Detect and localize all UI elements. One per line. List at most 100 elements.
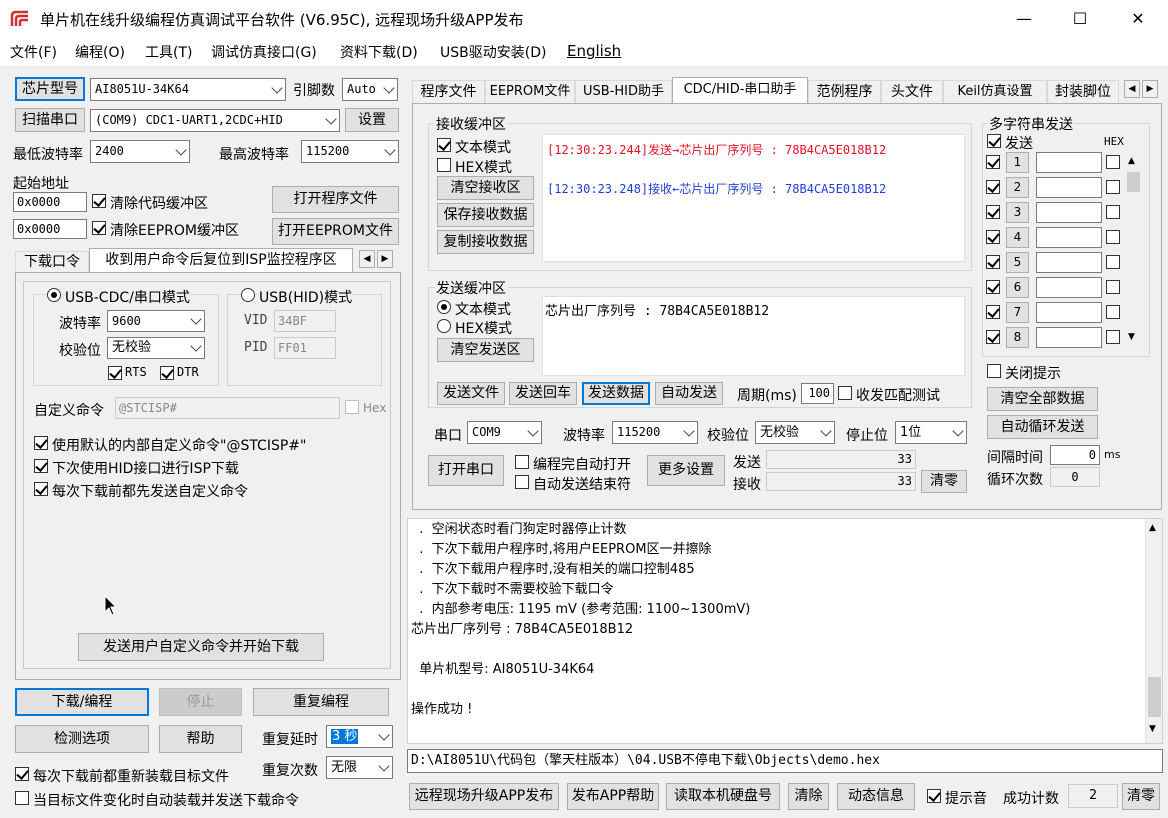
receive-textarea[interactable]: [12:30:23.244]发送→芯片出厂序列号 : 78B4CA5E018B1… <box>542 134 965 262</box>
tab-package-pins[interactable]: 封装脚位 <box>1047 80 1119 104</box>
download-program-button[interactable]: 下载/编程 <box>15 688 149 716</box>
multi-row-hex-checkbox[interactable] <box>1106 255 1120 269</box>
baud-select[interactable]: 9600 <box>107 310 205 332</box>
hid-mode-radio[interactable] <box>241 288 255 302</box>
parity-select[interactable]: 无校验 <box>107 337 205 359</box>
port-select[interactable]: (COM9) CDC1-UART1,2CDC+HID <box>90 109 340 132</box>
multi-row-send-checkbox[interactable] <box>986 230 1000 244</box>
tab-program-file[interactable]: 程序文件 <box>412 80 485 104</box>
tab-usb-hid[interactable]: USB-HID助手 <box>575 80 672 104</box>
multi-row-hex-checkbox[interactable] <box>1106 280 1120 294</box>
hex-checkbox[interactable] <box>345 400 359 414</box>
multi-row-send-checkbox[interactable] <box>986 205 1000 219</box>
repeat-delay-select[interactable]: 3 秒 <box>326 725 393 748</box>
clear-eeprom-buffer-checkbox[interactable] <box>92 221 106 235</box>
cdc-mode-radio[interactable] <box>47 288 61 302</box>
multi-row-send-checkbox[interactable] <box>986 305 1000 319</box>
detect-options-button[interactable]: 检测选项 <box>15 725 149 753</box>
auto-send-button[interactable]: 自动发送 <box>655 382 723 405</box>
min-baud-select[interactable]: 2400 <box>90 140 190 163</box>
maximize-button[interactable]: ☐ <box>1052 0 1108 38</box>
close-button[interactable]: ✕ <box>1110 0 1166 38</box>
stop-button[interactable]: 停止 <box>159 688 242 716</box>
chip-type-button[interactable]: 芯片型号 <box>15 77 85 101</box>
send-before-download-checkbox[interactable] <box>34 482 48 496</box>
dynamic-info-button[interactable]: 动态信息 <box>837 783 915 810</box>
multi-row-send-button[interactable]: 7 <box>1006 302 1029 323</box>
auto-open-checkbox[interactable] <box>515 455 529 469</box>
multi-row-text-input[interactable] <box>1036 202 1102 223</box>
multi-row-text-input[interactable] <box>1036 277 1102 298</box>
multi-row-send-button[interactable]: 5 <box>1006 252 1029 273</box>
serial-baud-select[interactable]: 115200 <box>612 421 698 444</box>
minimize-button[interactable]: — <box>996 0 1052 38</box>
multi-row-send-button[interactable]: 8 <box>1006 327 1029 348</box>
clear-counts-button[interactable]: 清零 <box>921 470 967 493</box>
max-baud-select[interactable]: 115200 <box>301 140 399 163</box>
multi-row-send-button[interactable]: 1 <box>1006 152 1029 173</box>
clear-log-button[interactable]: 清除 <box>788 783 829 810</box>
more-settings-button[interactable]: 更多设置 <box>647 455 725 486</box>
right-tab-scroll-right[interactable]: ▶ <box>1142 80 1158 98</box>
menu-download[interactable]: 资料下载(D) <box>340 42 418 62</box>
multi-row-hex-checkbox[interactable] <box>1106 305 1120 319</box>
multi-row-text-input[interactable] <box>1036 252 1102 273</box>
tab-eeprom-file[interactable]: EEPROM文件 <box>485 80 575 104</box>
use-default-command-checkbox[interactable] <box>34 436 48 450</box>
send-text-mode-radio[interactable] <box>437 300 451 314</box>
beep-checkbox[interactable] <box>927 789 941 803</box>
send-cr-button[interactable]: 发送回车 <box>509 382 577 405</box>
multi-row-text-input[interactable] <box>1036 227 1102 248</box>
settings-button[interactable]: 设置 <box>345 108 399 132</box>
multi-row-send-checkbox[interactable] <box>986 155 1000 169</box>
pin-count-select[interactable]: Auto <box>342 78 398 101</box>
clear-all-data-button[interactable]: 清空全部数据 <box>987 387 1098 411</box>
open-serial-button[interactable]: 打开串口 <box>428 455 504 486</box>
log-scrollbar-thumb[interactable] <box>1148 677 1161 717</box>
serial-parity-select[interactable]: 无校验 <box>755 421 835 444</box>
multi-row-text-input[interactable] <box>1036 177 1102 198</box>
send-hex-mode-radio[interactable] <box>437 319 451 333</box>
menu-program[interactable]: 编程(O) <box>75 42 125 62</box>
multi-row-hex-checkbox[interactable] <box>1106 230 1120 244</box>
publish-app-help-button[interactable]: 发布APP帮助 <box>567 783 659 810</box>
reload-each-checkbox[interactable] <box>15 767 29 781</box>
auto-reload-checkbox[interactable] <box>15 791 29 805</box>
match-test-checkbox[interactable] <box>838 386 852 400</box>
pid-input[interactable]: FF01 <box>274 337 336 359</box>
recv-text-mode-checkbox[interactable] <box>437 138 451 152</box>
tab-scroll-right-button[interactable]: ▶ <box>377 250 393 268</box>
copy-receive-button[interactable]: 复制接收数据 <box>437 230 534 254</box>
multi-row-send-checkbox[interactable] <box>986 330 1000 344</box>
start-address-input-2[interactable]: 0x0000 <box>13 219 87 239</box>
menu-english[interactable]: English <box>567 42 621 60</box>
send-custom-command-button[interactable]: 发送用户自定义命令并开始下载 <box>78 633 324 661</box>
period-input[interactable]: 100 <box>801 383 834 404</box>
reprogram-button[interactable]: 重复编程 <box>253 688 389 716</box>
multi-row-hex-checkbox[interactable] <box>1106 155 1120 169</box>
clear-code-buffer-checkbox[interactable] <box>92 194 106 208</box>
next-hid-isp-checkbox[interactable] <box>34 459 48 473</box>
vid-input[interactable]: 34BF <box>274 310 336 332</box>
multi-row-hex-checkbox[interactable] <box>1106 205 1120 219</box>
tab-header-files[interactable]: 头文件 <box>881 80 943 104</box>
auto-send-end-checkbox[interactable] <box>515 475 529 489</box>
custom-command-input[interactable]: @STCISP# <box>115 397 340 419</box>
clear-success-count-button[interactable]: 清零 <box>1122 783 1160 810</box>
save-receive-button[interactable]: 保存接收数据 <box>437 203 534 227</box>
scan-port-button[interactable]: 扫描串口 <box>15 108 85 132</box>
multi-row-send-checkbox[interactable] <box>986 180 1000 194</box>
read-disk-id-button[interactable]: 读取本机硬盘号 <box>666 783 780 810</box>
multi-row-text-input[interactable] <box>1036 327 1102 348</box>
multi-row-send-checkbox[interactable] <box>986 255 1000 269</box>
send-file-button[interactable]: 发送文件 <box>437 382 505 405</box>
tab-examples[interactable]: 范例程序 <box>808 80 881 104</box>
stop-bit-select[interactable]: 1位 <box>895 421 967 444</box>
file-path-field[interactable]: D:\AI8051U\代码包（擎天柱版本）\04.USB不停电下载\Object… <box>407 749 1163 773</box>
send-data-button[interactable]: 发送数据 <box>582 382 650 405</box>
menu-tools[interactable]: 工具(T) <box>145 42 192 62</box>
open-eeprom-file-button[interactable]: 打开EEPROM文件 <box>272 218 399 245</box>
multi-row-send-button[interactable]: 6 <box>1006 277 1029 298</box>
close-tip-checkbox[interactable] <box>987 364 1001 378</box>
multi-scrollbar[interactable]: ▲ ▼ <box>1125 152 1142 348</box>
